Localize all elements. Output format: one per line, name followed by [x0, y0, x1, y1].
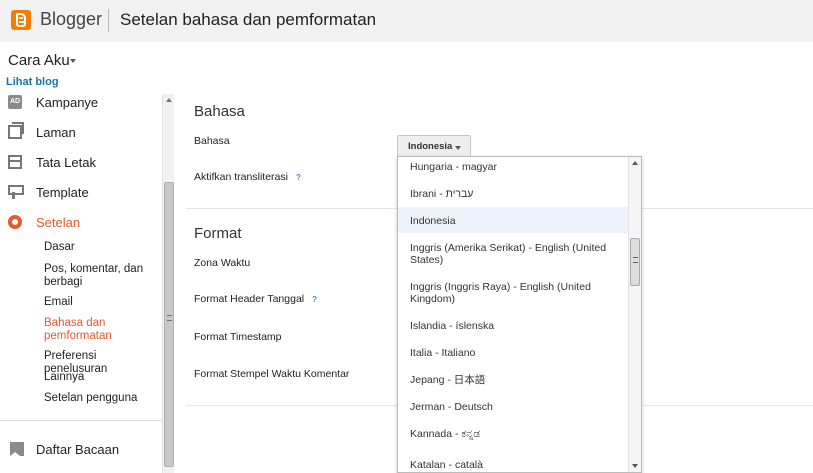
language-option[interactable]: Jepang - 日本語 [398, 374, 628, 386]
language-dropdown-list[interactable]: Hungaria - magyar Ibrani - עברית Indones… [397, 156, 642, 473]
sidebar-scrollbar[interactable] [162, 94, 174, 473]
brand-name[interactable]: Blogger [40, 9, 102, 30]
sidebar-item-pages[interactable]: Laman [0, 120, 160, 146]
sidebar-item-label: Tata Letak [36, 155, 96, 170]
blog-selector[interactable]: Cara Aku [8, 52, 70, 69]
language-option[interactable]: Jerman - Deutsch [398, 401, 628, 413]
bookmark-icon [10, 442, 24, 456]
sidebar-item-campaigns[interactable]: Kampanye [0, 90, 160, 116]
view-blog-link[interactable]: Lihat blog [6, 76, 59, 88]
language-option[interactable]: Katalan - català [398, 459, 628, 471]
scroll-down-arrow-icon[interactable] [632, 464, 638, 468]
language-option[interactable]: Islandia - íslenska [398, 320, 628, 332]
format-section-title: Format [194, 225, 242, 242]
sidebar-item-label: Daftar Bacaan [36, 442, 120, 457]
language-select[interactable]: Indonesia [397, 135, 471, 157]
dropdown-scrollbar[interactable] [628, 157, 641, 472]
language-option[interactable]: Inggris (Inggris Raya) - English (United… [398, 281, 628, 305]
language-select-value: Indonesia [408, 141, 453, 152]
language-section-title: Bahasa [194, 103, 245, 120]
help-icon[interactable]: ? [312, 295, 317, 304]
chevron-down-icon[interactable] [70, 59, 76, 63]
timezone-label: Zona Waktu [194, 257, 251, 269]
sidebar-item-label: Laman [36, 125, 76, 140]
help-icon[interactable]: ? [296, 173, 301, 182]
language-option[interactable]: Italia - Italiano [398, 347, 628, 359]
language-option-selected[interactable]: Indonesia [398, 207, 628, 233]
sidebar-item-settings[interactable]: Setelan [0, 210, 160, 236]
pages-icon [8, 122, 24, 139]
app-header: Blogger Setelan bahasa dan pemformatan [0, 0, 813, 42]
layout-icon [8, 155, 22, 169]
campaign-icon [8, 95, 22, 109]
sidebar-subitem-posts-comments[interactable]: Pos, komentar, dan berbagi [44, 263, 162, 289]
transliteration-label-text: Aktifkan transliterasi [194, 171, 288, 183]
header-divider [108, 9, 109, 32]
blogger-logo-icon[interactable] [11, 10, 31, 30]
scroll-up-arrow-icon[interactable] [166, 98, 172, 102]
sidebar-item-layout[interactable]: Tata Letak [0, 150, 160, 176]
language-option[interactable]: Inggris (Amerika Serikat) - English (Uni… [398, 242, 628, 266]
sidebar: Kampanye Laman Tata Letak Template Setel… [0, 94, 175, 473]
sidebar-divider [0, 420, 162, 421]
scroll-up-arrow-icon[interactable] [632, 161, 638, 165]
timestamp-format-label: Format Timestamp [194, 331, 282, 343]
sidebar-subitem-other[interactable]: Lainnya [44, 371, 162, 384]
language-option[interactable]: Kannada - ಕನ್ನಡ [398, 428, 628, 440]
language-option[interactable]: Hungaria - magyar [398, 161, 628, 173]
transliteration-label: Aktifkan transliterasi? [194, 171, 301, 183]
scrollbar-thumb[interactable] [164, 182, 174, 467]
sidebar-subitem-basic[interactable]: Dasar [44, 241, 162, 254]
gear-icon [8, 215, 22, 229]
sidebar-item-template[interactable]: Template [0, 180, 160, 206]
page-title: Setelan bahasa dan pemformatan [120, 10, 377, 29]
language-label: Bahasa [194, 135, 230, 147]
sidebar-item-label: Setelan [36, 215, 81, 230]
sidebar-item-reading-list[interactable]: Daftar Bacaan [0, 437, 160, 463]
scrollbar-thumb[interactable] [630, 238, 640, 286]
sidebar-subitem-user-settings[interactable]: Setelan pengguna [44, 392, 162, 405]
chevron-down-icon [455, 146, 461, 150]
language-option[interactable]: Ibrani - עברית [398, 188, 628, 200]
sidebar-item-label: Kampanye [36, 95, 99, 110]
header-date-format-label: Format Header Tanggal? [194, 293, 317, 305]
template-icon [8, 185, 24, 199]
sidebar-subitem-email[interactable]: Email [44, 296, 162, 309]
sidebar-item-label: Template [36, 185, 89, 200]
sidebar-subitem-language-formatting[interactable]: Bahasa dan pemformatan [44, 317, 162, 343]
comment-timestamp-format-label: Format Stempel Waktu Komentar [194, 368, 350, 380]
header-date-format-label-text: Format Header Tanggal [194, 293, 305, 305]
